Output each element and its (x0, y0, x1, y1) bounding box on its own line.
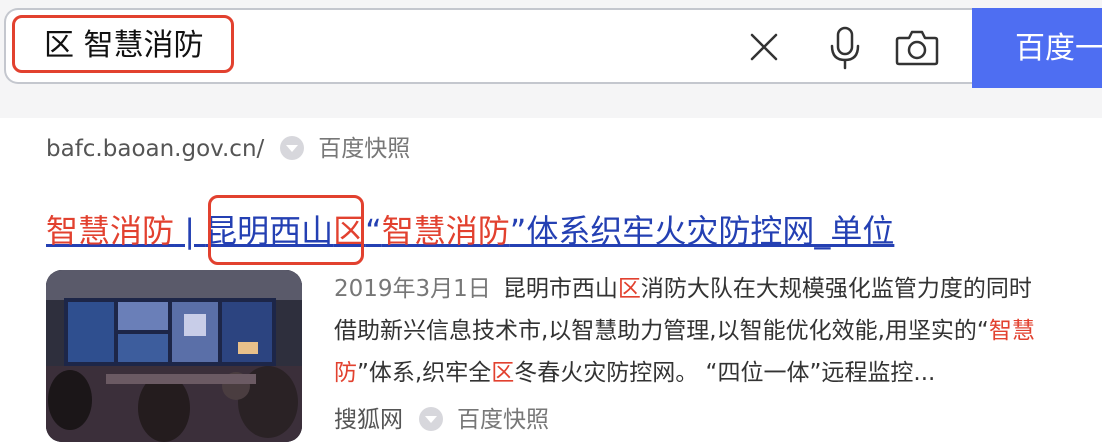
snippet-text: 冬春火灾防控网。 “四位一体”远程监控... (514, 360, 936, 386)
microphone-icon[interactable] (828, 26, 862, 70)
snippet-text: 消防大队在大规模强化监管力度的同时 (640, 276, 1032, 302)
title-keyword: 智慧消防 (381, 212, 510, 250)
result-url[interactable]: bafc.baoan.gov.cn/ (46, 136, 264, 162)
snippet-text: 借助新兴信息技术市,以智慧助力管理,以智能优化效能,用坚实的“ (334, 318, 989, 344)
snippet-keyword: 区 (617, 276, 641, 302)
dropdown-icon[interactable] (419, 407, 443, 431)
title-rest: ”体系织牢火灾防控网_单位 (509, 212, 895, 250)
snippet-line: 借助新兴信息技术市,以智慧助力管理,以智能优化效能,用坚实的“智慧 (334, 310, 1102, 352)
result-date: 2019年3月1日 (334, 276, 491, 302)
snippet-line: 防”体系,织牢全区冬春火灾防控网。 “四位一体”远程监控... (334, 352, 1102, 394)
clear-icon[interactable] (748, 31, 780, 63)
snapshot-link[interactable]: 百度快照 (457, 407, 549, 433)
search-query-text[interactable]: 区 智慧消防 (44, 26, 204, 66)
title-separator: | (174, 212, 206, 250)
dropdown-icon[interactable] (280, 136, 305, 160)
snapshot-link[interactable]: 百度快照 (318, 136, 410, 162)
search-area: 区 智慧消防 百度一 (0, 0, 1102, 118)
snippet-text: 昆明市西山 (502, 276, 618, 302)
site-name[interactable]: 搜狐网 (334, 407, 403, 433)
snippet-keyword: 区 (491, 360, 515, 386)
title-quote: “ (365, 212, 382, 250)
snippet-keyword: 智慧 (988, 318, 1035, 344)
result-title-link[interactable]: 智慧消防 | 昆明西山区“智慧消防”体系织牢火灾防控网_单位 (46, 206, 894, 256)
title-keyword: 智慧消防 (46, 212, 175, 250)
previous-result-source: bafc.baoan.gov.cn/百度快照 (46, 132, 410, 166)
thumbnail-image (46, 270, 302, 442)
search-button[interactable]: 百度一 (972, 8, 1102, 88)
result-snippet: 2019年3月1日 昆明市西山区消防大队在大规模强化监管力度的同时 借助新兴信息技… (334, 268, 1102, 394)
snippet-keyword: 防 (334, 360, 357, 386)
snippet-text: ”体系,织牢全 (357, 360, 492, 386)
result-thumbnail[interactable] (46, 270, 302, 442)
result-source: 搜狐网 百度快照 (334, 402, 549, 438)
title-annotation-box (208, 195, 364, 265)
snippet-line: 2019年3月1日 昆明市西山区消防大队在大规模强化监管力度的同时 (334, 268, 1102, 310)
camera-icon[interactable] (895, 28, 939, 66)
